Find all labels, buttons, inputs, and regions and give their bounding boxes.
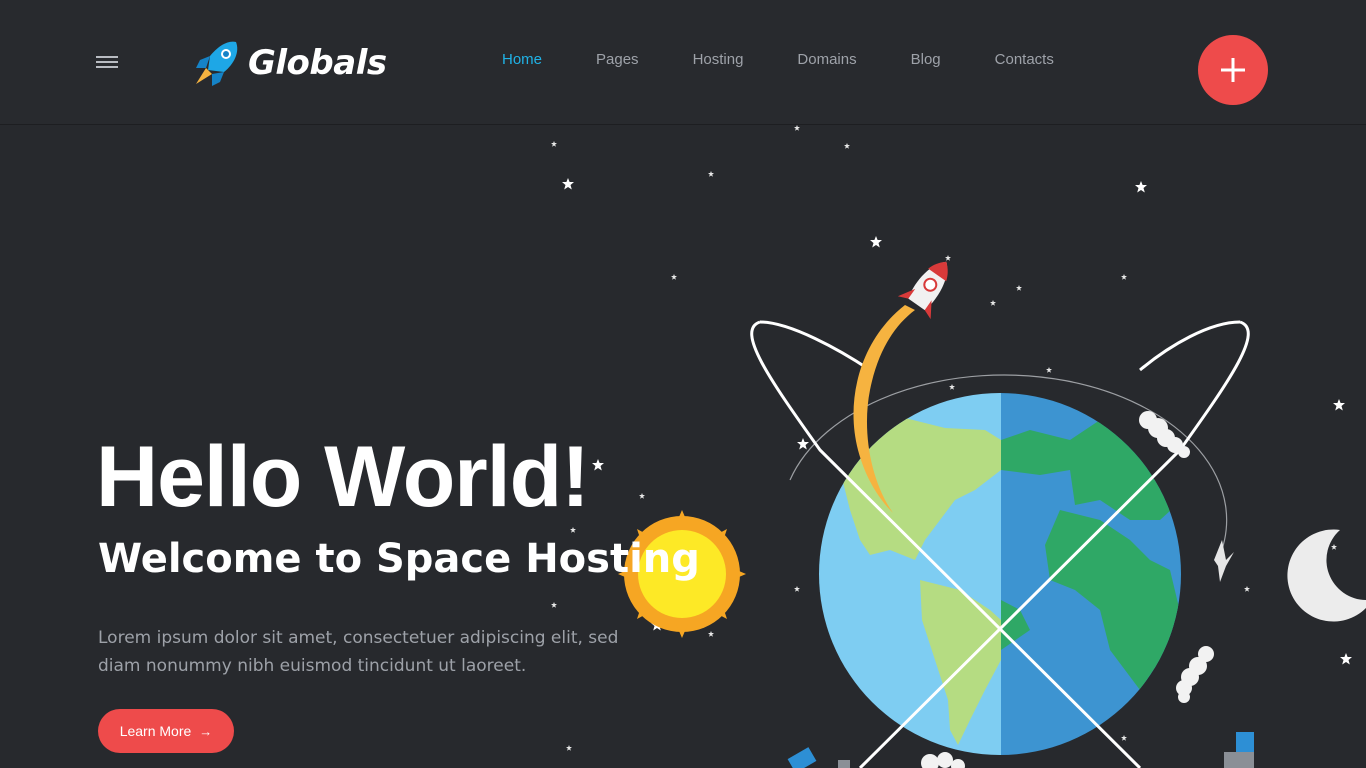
nav-item-hosting[interactable]: Hosting <box>693 51 744 68</box>
hamburger-icon[interactable] <box>96 56 118 74</box>
nav-item-home[interactable]: Home <box>502 51 542 68</box>
rocket-icon <box>196 41 238 86</box>
main-nav: Home Pages Hosting Domains Blog Contacts <box>502 51 1108 68</box>
plane <box>1214 540 1234 582</box>
nav-item-domains[interactable]: Domains <box>797 51 856 68</box>
stars <box>551 125 1352 751</box>
learn-more-button[interactable]: Learn More → <box>98 709 234 753</box>
orbit-lines <box>750 320 1250 768</box>
brand-logo[interactable]: Globals <box>190 38 387 88</box>
nav-item-contacts[interactable]: Contacts <box>995 51 1054 68</box>
arrow-right-icon: → <box>199 723 213 739</box>
brand-name: Globals <box>248 43 387 83</box>
learn-more-label: Learn More <box>119 723 192 739</box>
plus-icon <box>1221 58 1245 82</box>
hero-subtitle: Welcome to Space Hosting <box>98 536 700 582</box>
hero-description: Lorem ipsum dolor sit amet, consectetuer… <box>98 628 619 676</box>
earth <box>819 393 1181 755</box>
rocket <box>897 261 948 320</box>
satellite-left <box>787 747 850 768</box>
satellite-right <box>1224 732 1254 768</box>
hero-title: Hello World! <box>96 429 590 525</box>
add-button[interactable] <box>1198 35 1268 105</box>
nav-item-blog[interactable]: Blog <box>911 51 941 68</box>
rocket-trail <box>853 305 915 513</box>
page: Globals Home Pages Hosting Domains Blog … <box>0 0 1366 768</box>
site-header: Globals Home Pages Hosting Domains Blog … <box>0 0 1366 124</box>
nav-item-pages[interactable]: Pages <box>596 51 639 68</box>
moon <box>1287 529 1366 622</box>
clouds <box>921 411 1214 768</box>
